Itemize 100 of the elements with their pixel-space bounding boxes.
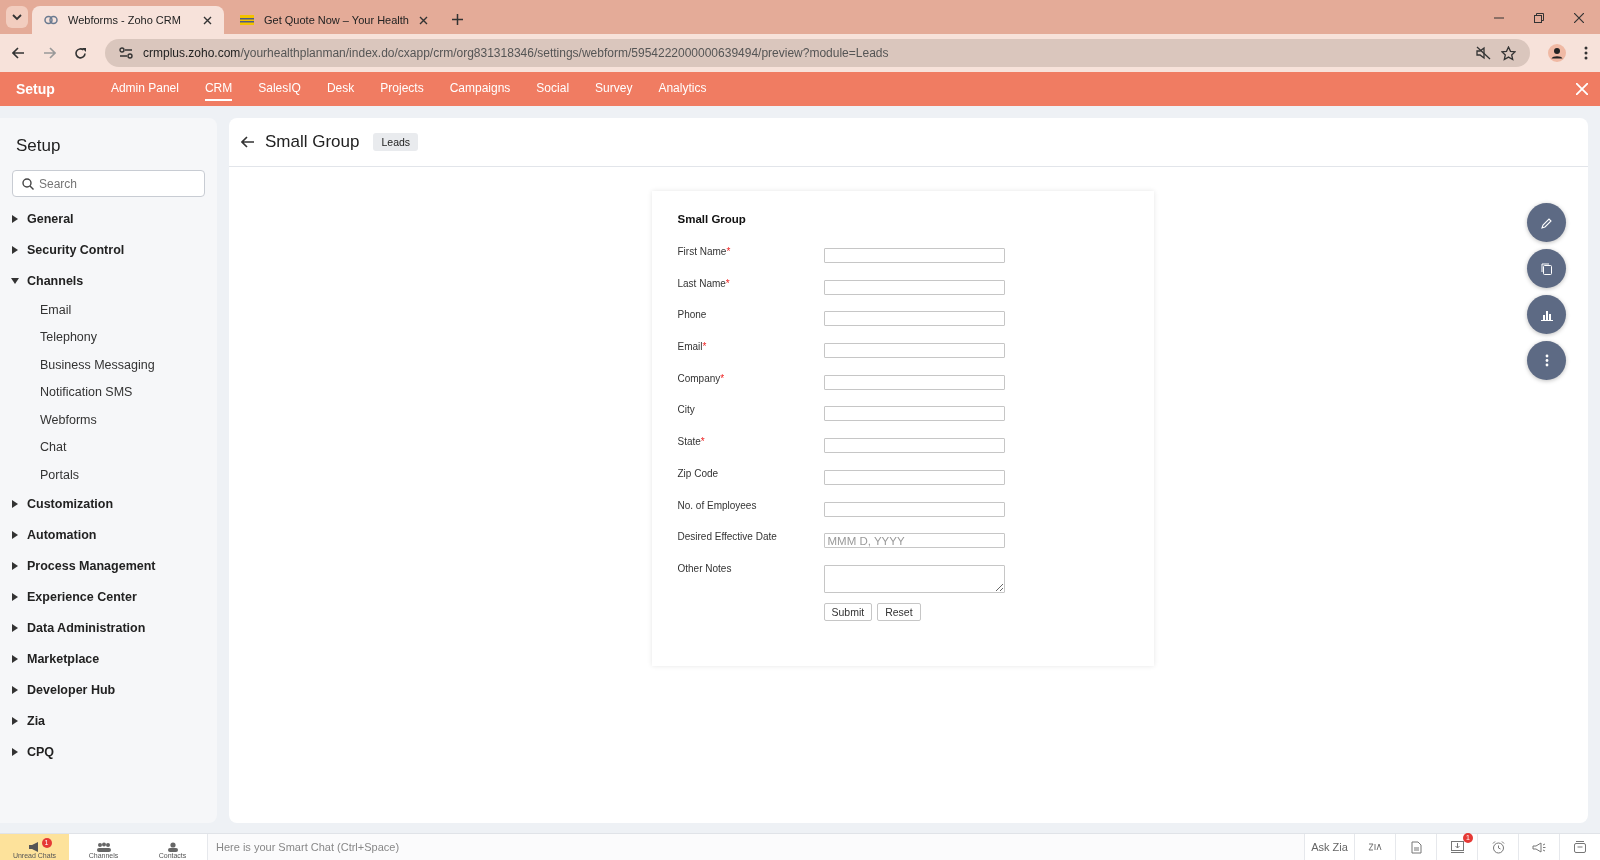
caret-icon — [12, 717, 18, 725]
tab-search-button[interactable] — [6, 6, 28, 28]
sidebar-item[interactable]: General — [12, 203, 205, 234]
profile-icon[interactable] — [1548, 44, 1566, 62]
sidebar-subitem[interactable]: Chat — [12, 433, 67, 461]
input-field[interactable] — [823, 343, 1005, 359]
sidebar-item[interactable]: Customization — [12, 488, 205, 520]
field-label: Email* — [677, 341, 708, 353]
browser-tab[interactable]: Webforms - Zoho CRM — [32, 6, 224, 34]
caret-icon — [12, 500, 18, 508]
field-label: Phone — [677, 309, 708, 321]
field-label: State* — [677, 436, 706, 448]
date-field[interactable]: MMM D, YYYY — [823, 533, 1005, 549]
pencil-icon — [1540, 216, 1553, 229]
module-badge: Leads — [373, 133, 419, 151]
field-label: Zip Code — [677, 467, 720, 479]
star-icon[interactable] — [1501, 45, 1516, 61]
muted-speaker-icon[interactable] — [1476, 46, 1491, 60]
people-icon — [96, 842, 111, 852]
new-tab-icon[interactable] — [451, 14, 463, 25]
site-info-icon[interactable] — [119, 47, 133, 59]
input-field[interactable] — [823, 279, 1005, 295]
address-bar[interactable]: crmplus.zoho.com/yourhealthplanman/index.do/cxapp/crm/org831318346/settings/webform/5954222000000639494/preview?module=Leads — [105, 39, 1530, 67]
sidebar-item[interactable]: Developer Hub — [12, 674, 205, 706]
forward-icon[interactable] — [43, 47, 56, 59]
alarm-clock-icon[interactable] — [1491, 840, 1505, 854]
sidebar-item[interactable]: Channels — [12, 265, 205, 296]
sidebar-subitem[interactable]: Telephony — [12, 323, 97, 351]
caret-icon — [12, 624, 18, 632]
bar-chart-icon — [1540, 308, 1553, 321]
document-icon[interactable] — [1410, 840, 1422, 854]
page-title: Small Group — [265, 132, 360, 152]
edit-button[interactable] — [1527, 203, 1566, 242]
url-text: crmplus.zoho.com/yourhealthplanman/index.do/cxapp/crm/org831318346/settings/webform/5954222000000639494/preview?module=Leads — [143, 46, 889, 60]
input-field[interactable] — [823, 406, 1005, 422]
link-icon — [44, 15, 58, 25]
flag-icon — [240, 15, 254, 25]
sidebar-item[interactable]: Data Administration — [12, 612, 205, 644]
sidebar-subitem[interactable]: Portals — [12, 461, 79, 489]
sidebar-item[interactable]: Automation — [12, 519, 205, 551]
more-icon — [1544, 354, 1549, 367]
reset-button[interactable]: Reset — [877, 602, 921, 621]
caret-icon — [12, 531, 18, 539]
submit-button[interactable]: Submit — [823, 602, 873, 621]
tab-title: Webforms - Zoho CRM — [68, 14, 182, 26]
field-label: First Name* — [677, 246, 732, 257]
more-icon[interactable] — [1584, 46, 1588, 60]
setup-title: Setup — [16, 81, 55, 97]
field-label: No. of Employees — [677, 499, 758, 511]
form-title: Small Group — [677, 213, 747, 225]
input-field[interactable] — [823, 374, 1005, 390]
search-field[interactable]: Search — [12, 170, 205, 197]
chevron-down-icon — [12, 13, 22, 21]
chart-button[interactable] — [1527, 295, 1566, 334]
smart-chat-field[interactable]: Here is your Smart Chat (Ctrl+Space) — [207, 834, 1304, 860]
back-icon[interactable] — [12, 47, 25, 59]
input-field[interactable] — [823, 311, 1005, 327]
sidebar-item[interactable]: Marketplace — [12, 643, 205, 675]
copy-icon — [1541, 262, 1552, 275]
caret-icon — [12, 593, 18, 601]
more-button[interactable] — [1527, 341, 1566, 380]
reload-icon[interactable] — [74, 46, 87, 60]
megaphone-icon[interactable] — [1532, 841, 1546, 853]
field-label: City — [677, 404, 696, 416]
input-field[interactable] — [823, 469, 1005, 485]
sidebar-item[interactable]: Zia — [12, 705, 205, 737]
sidebar-item[interactable]: Security Control — [12, 234, 205, 265]
field-label: Last Name* — [677, 277, 731, 289]
field-label: Desired Effective Date — [677, 531, 778, 543]
close-icon[interactable] — [418, 15, 428, 25]
download-icon[interactable] — [1450, 841, 1464, 853]
sidebar-subitem[interactable]: Webforms — [12, 406, 97, 434]
tab-title: Get Quote Now – Your Health — [264, 14, 409, 26]
search-icon — [22, 178, 34, 190]
field-label: Other Notes — [677, 562, 733, 574]
back-icon[interactable] — [241, 136, 255, 148]
sidebar-subitem[interactable]: Notification SMS — [12, 378, 133, 406]
browser-tab[interactable]: Get Quote Now – Your Health — [228, 6, 440, 34]
sidebar-title: Setup — [15, 136, 62, 156]
sidebar-subitem[interactable]: Business Messaging — [12, 351, 155, 379]
copy-button[interactable] — [1527, 249, 1566, 288]
input-field[interactable] — [823, 438, 1005, 454]
caret-icon — [12, 562, 18, 570]
sidebar-item[interactable]: CPQ — [12, 736, 205, 768]
caret-icon — [12, 748, 18, 756]
sidebar-subitem[interactable]: Email — [12, 296, 72, 324]
restore-icon[interactable] — [1534, 13, 1544, 23]
notes-field[interactable] — [823, 564, 1005, 593]
caret-icon — [12, 686, 18, 694]
zia-icon[interactable] — [1368, 842, 1382, 852]
field-label: Company* — [677, 372, 726, 384]
input-field[interactable] — [823, 501, 1005, 517]
caret-icon — [12, 214, 18, 223]
close-icon[interactable] — [1574, 13, 1584, 23]
caret-icon — [11, 277, 19, 284]
tray-icon[interactable] — [1574, 841, 1586, 853]
input-field[interactable] — [823, 248, 1005, 263]
close-icon[interactable] — [203, 15, 212, 25]
sidebar-item[interactable]: Experience Center — [12, 581, 205, 613]
sidebar-item[interactable]: Process Management — [12, 550, 205, 582]
